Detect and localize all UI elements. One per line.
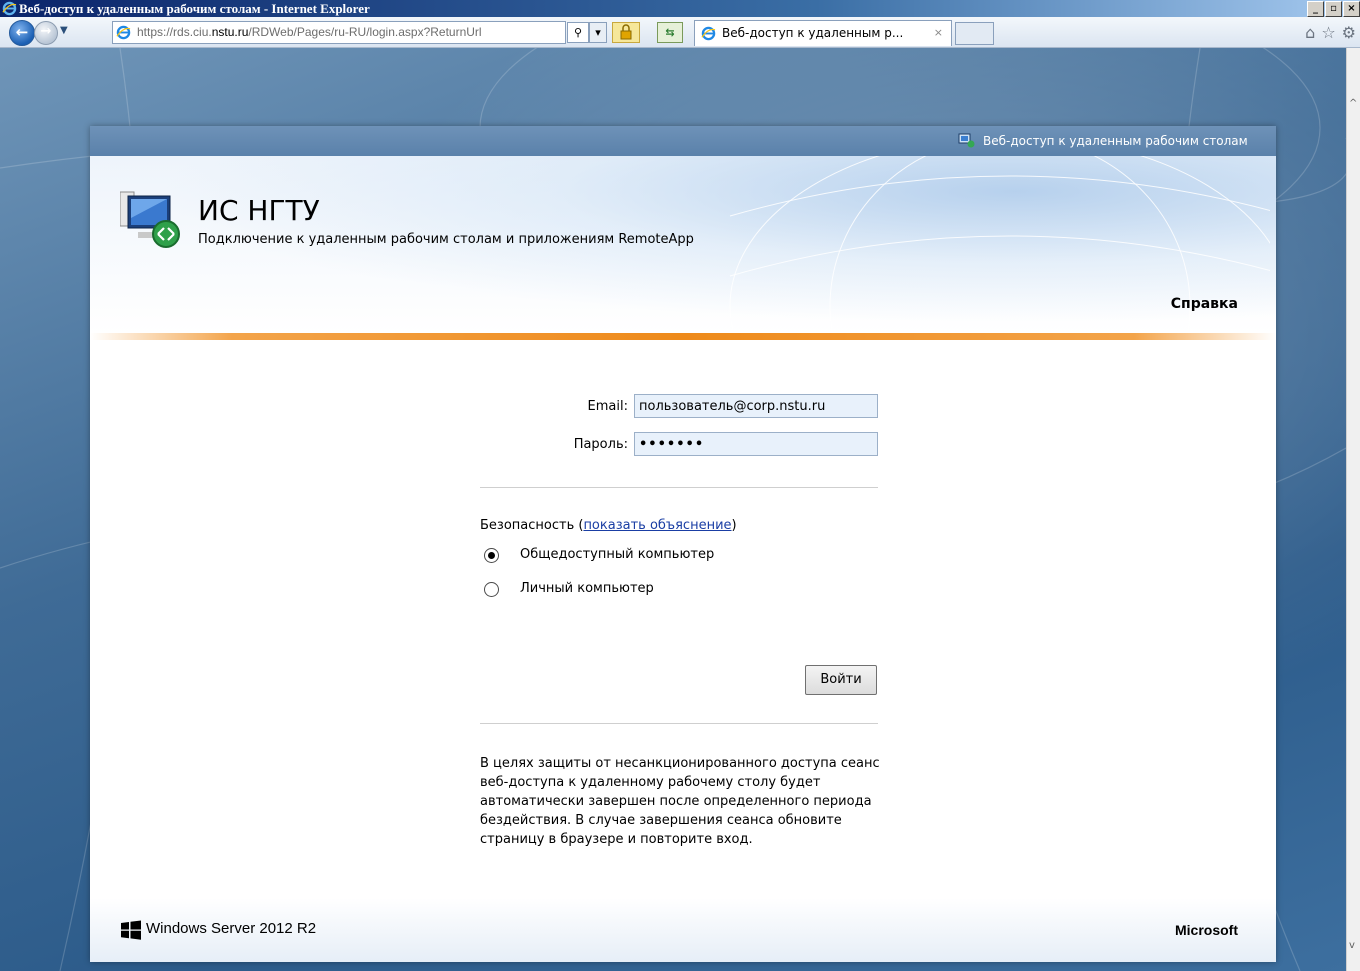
new-tab-button[interactable] xyxy=(955,22,994,45)
address-dropdown-icon[interactable]: ▾ xyxy=(589,22,607,43)
forward-button[interactable]: → xyxy=(34,21,58,45)
window-title-bar: Веб-доступ к удаленным рабочим столам - … xyxy=(0,0,1360,17)
scroll-up-icon[interactable]: ^ xyxy=(1349,98,1357,109)
login-button[interactable]: Войти xyxy=(805,665,877,695)
show-explanation-link[interactable]: показать объяснение xyxy=(583,518,731,533)
maximize-button[interactable]: ▫ xyxy=(1325,1,1342,17)
search-icon[interactable]: ⚲ xyxy=(567,22,589,43)
form-divider-top xyxy=(480,487,878,488)
vertical-scrollbar[interactable]: ^ v xyxy=(1346,48,1360,971)
session-timeout-notice: В целях защиты от несанкционированного д… xyxy=(480,756,880,847)
security-label: Безопасность (показать объяснение) xyxy=(480,518,737,533)
page-footer: Windows Server 2012 R2 Microsoft xyxy=(90,898,1276,962)
windows-logo-icon xyxy=(121,920,141,940)
password-label: Пароль: xyxy=(573,437,628,452)
top-strip: Веб-доступ к удаленным рабочим столам xyxy=(90,126,1276,156)
history-dropdown-icon[interactable]: ▼ xyxy=(60,25,68,36)
lock-icon[interactable] xyxy=(612,22,640,43)
forward-arrow-icon: → xyxy=(40,24,52,39)
tab-close-icon[interactable]: × xyxy=(934,21,943,45)
help-link[interactable]: Справка xyxy=(1171,296,1238,312)
tab-title: Веб-доступ к удаленным р... xyxy=(722,26,904,40)
gear-icon[interactable]: ⚙ xyxy=(1342,23,1356,42)
page-header: ИС НГТУ Подключение к удаленным рабочим … xyxy=(90,156,1276,334)
close-window-button[interactable]: × xyxy=(1343,1,1360,17)
home-icon[interactable]: ⌂ xyxy=(1305,23,1315,42)
url-domain: nstu.ru xyxy=(211,25,249,39)
ie-tab-icon xyxy=(701,26,716,41)
form-divider-bottom xyxy=(480,723,878,724)
site-title: ИС НГТУ xyxy=(198,194,320,227)
rdweb-link[interactable]: Веб-доступ к удаленным рабочим столам xyxy=(983,134,1248,148)
microsoft-brand: Microsoft xyxy=(1175,922,1238,938)
private-computer-label[interactable]: Личный компьютер xyxy=(520,581,654,596)
private-computer-radio[interactable] xyxy=(484,582,499,597)
window-title: Веб-доступ к удаленным рабочим столам - … xyxy=(19,1,370,16)
windows-server-brand: Windows Server 2012 R2 xyxy=(146,920,317,937)
refresh-icon[interactable]: ⇆ xyxy=(657,22,683,43)
email-field[interactable]: пользователь@corp.nstu.ru xyxy=(634,394,878,418)
orange-divider xyxy=(90,333,1276,340)
radio-selected-dot xyxy=(488,552,495,559)
star-icon[interactable]: ☆ xyxy=(1321,23,1335,42)
back-arrow-icon: ← xyxy=(15,23,29,41)
back-button[interactable]: ← xyxy=(9,20,35,46)
public-computer-radio[interactable] xyxy=(484,548,499,563)
browser-tab[interactable]: Веб-доступ к удаленным р... × xyxy=(694,20,952,46)
minimize-button[interactable]: _ xyxy=(1307,1,1324,17)
email-label: Email: xyxy=(587,399,628,414)
login-card: Веб-доступ к удаленным рабочим столам ИС… xyxy=(90,126,1276,962)
password-field[interactable]: ••••••• xyxy=(634,432,878,456)
address-bar[interactable]: https://rds.ciu.nstu.ru/RDWeb/Pages/ru-R… xyxy=(112,21,566,44)
ie-page-icon xyxy=(116,25,131,40)
public-computer-label[interactable]: Общедоступный компьютер xyxy=(520,547,714,562)
internet-explorer-icon xyxy=(2,1,17,16)
scroll-down-icon[interactable]: v xyxy=(1349,940,1355,951)
remote-desktop-small-icon xyxy=(958,133,975,148)
site-subtitle: Подключение к удаленным рабочим столам и… xyxy=(198,232,694,247)
remote-desktop-logo xyxy=(120,191,180,248)
browser-toolbar: ← → ▼ https://rds.ciu.nstu.ru/RDWeb/Page… xyxy=(0,17,1360,48)
url-text[interactable]: https://rds.ciu.nstu.ru/RDWeb/Pages/ru-R… xyxy=(137,22,482,43)
